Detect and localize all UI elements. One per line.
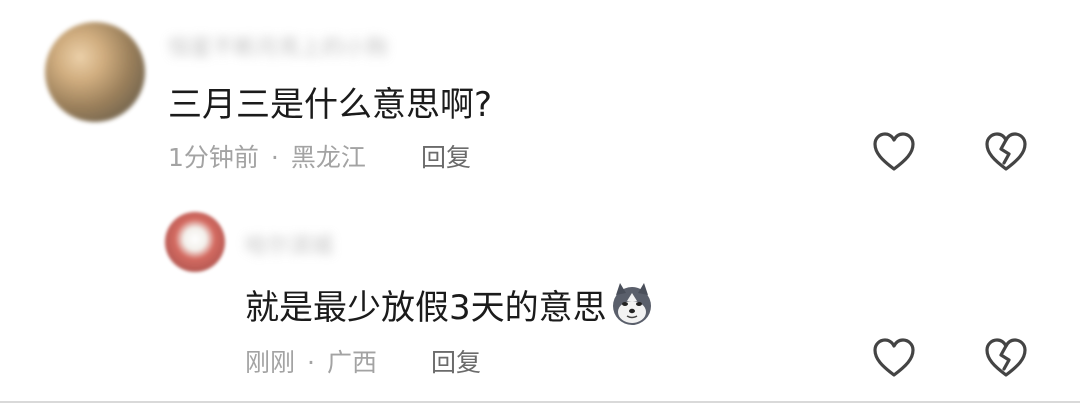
comment-meta: 刚刚 · 广西 [245, 343, 377, 379]
heart-outline-icon [873, 132, 915, 171]
like-button[interactable] [870, 128, 918, 176]
broken-heart-icon [985, 132, 1027, 171]
broken-heart-icon [985, 338, 1027, 377]
doge-emoji-icon [612, 283, 651, 325]
comment-location: 黑龙江 [290, 143, 366, 172]
like-button[interactable] [870, 334, 918, 382]
username[interactable]: 哈尔滨城 [245, 228, 333, 260]
comment-text-body: 就是最少放假3天的意思 [245, 288, 607, 328]
dislike-button[interactable] [982, 334, 1030, 382]
heart-outline-icon [873, 338, 915, 377]
reply-button[interactable]: 回复 [421, 138, 471, 174]
comment-text[interactable]: 就是最少放假3天的意思 [245, 280, 655, 329]
reply-button[interactable]: 回复 [431, 343, 481, 379]
meta-separator: · [307, 348, 315, 377]
avatar[interactable] [45, 22, 145, 122]
username[interactable]: 恒星不断月亮上的小狗 [168, 30, 388, 62]
meta-separator: · [270, 143, 279, 172]
dislike-button[interactable] [982, 128, 1030, 176]
comment-time: 1分钟前 [168, 143, 259, 172]
comment-time: 刚刚 [245, 348, 296, 377]
comment-meta: 1分钟前 · 黑龙江 [168, 138, 366, 174]
comment-location: 广西 [326, 348, 377, 377]
comment-text[interactable]: 三月三是什么意思啊? [168, 77, 492, 126]
avatar[interactable] [165, 212, 225, 272]
